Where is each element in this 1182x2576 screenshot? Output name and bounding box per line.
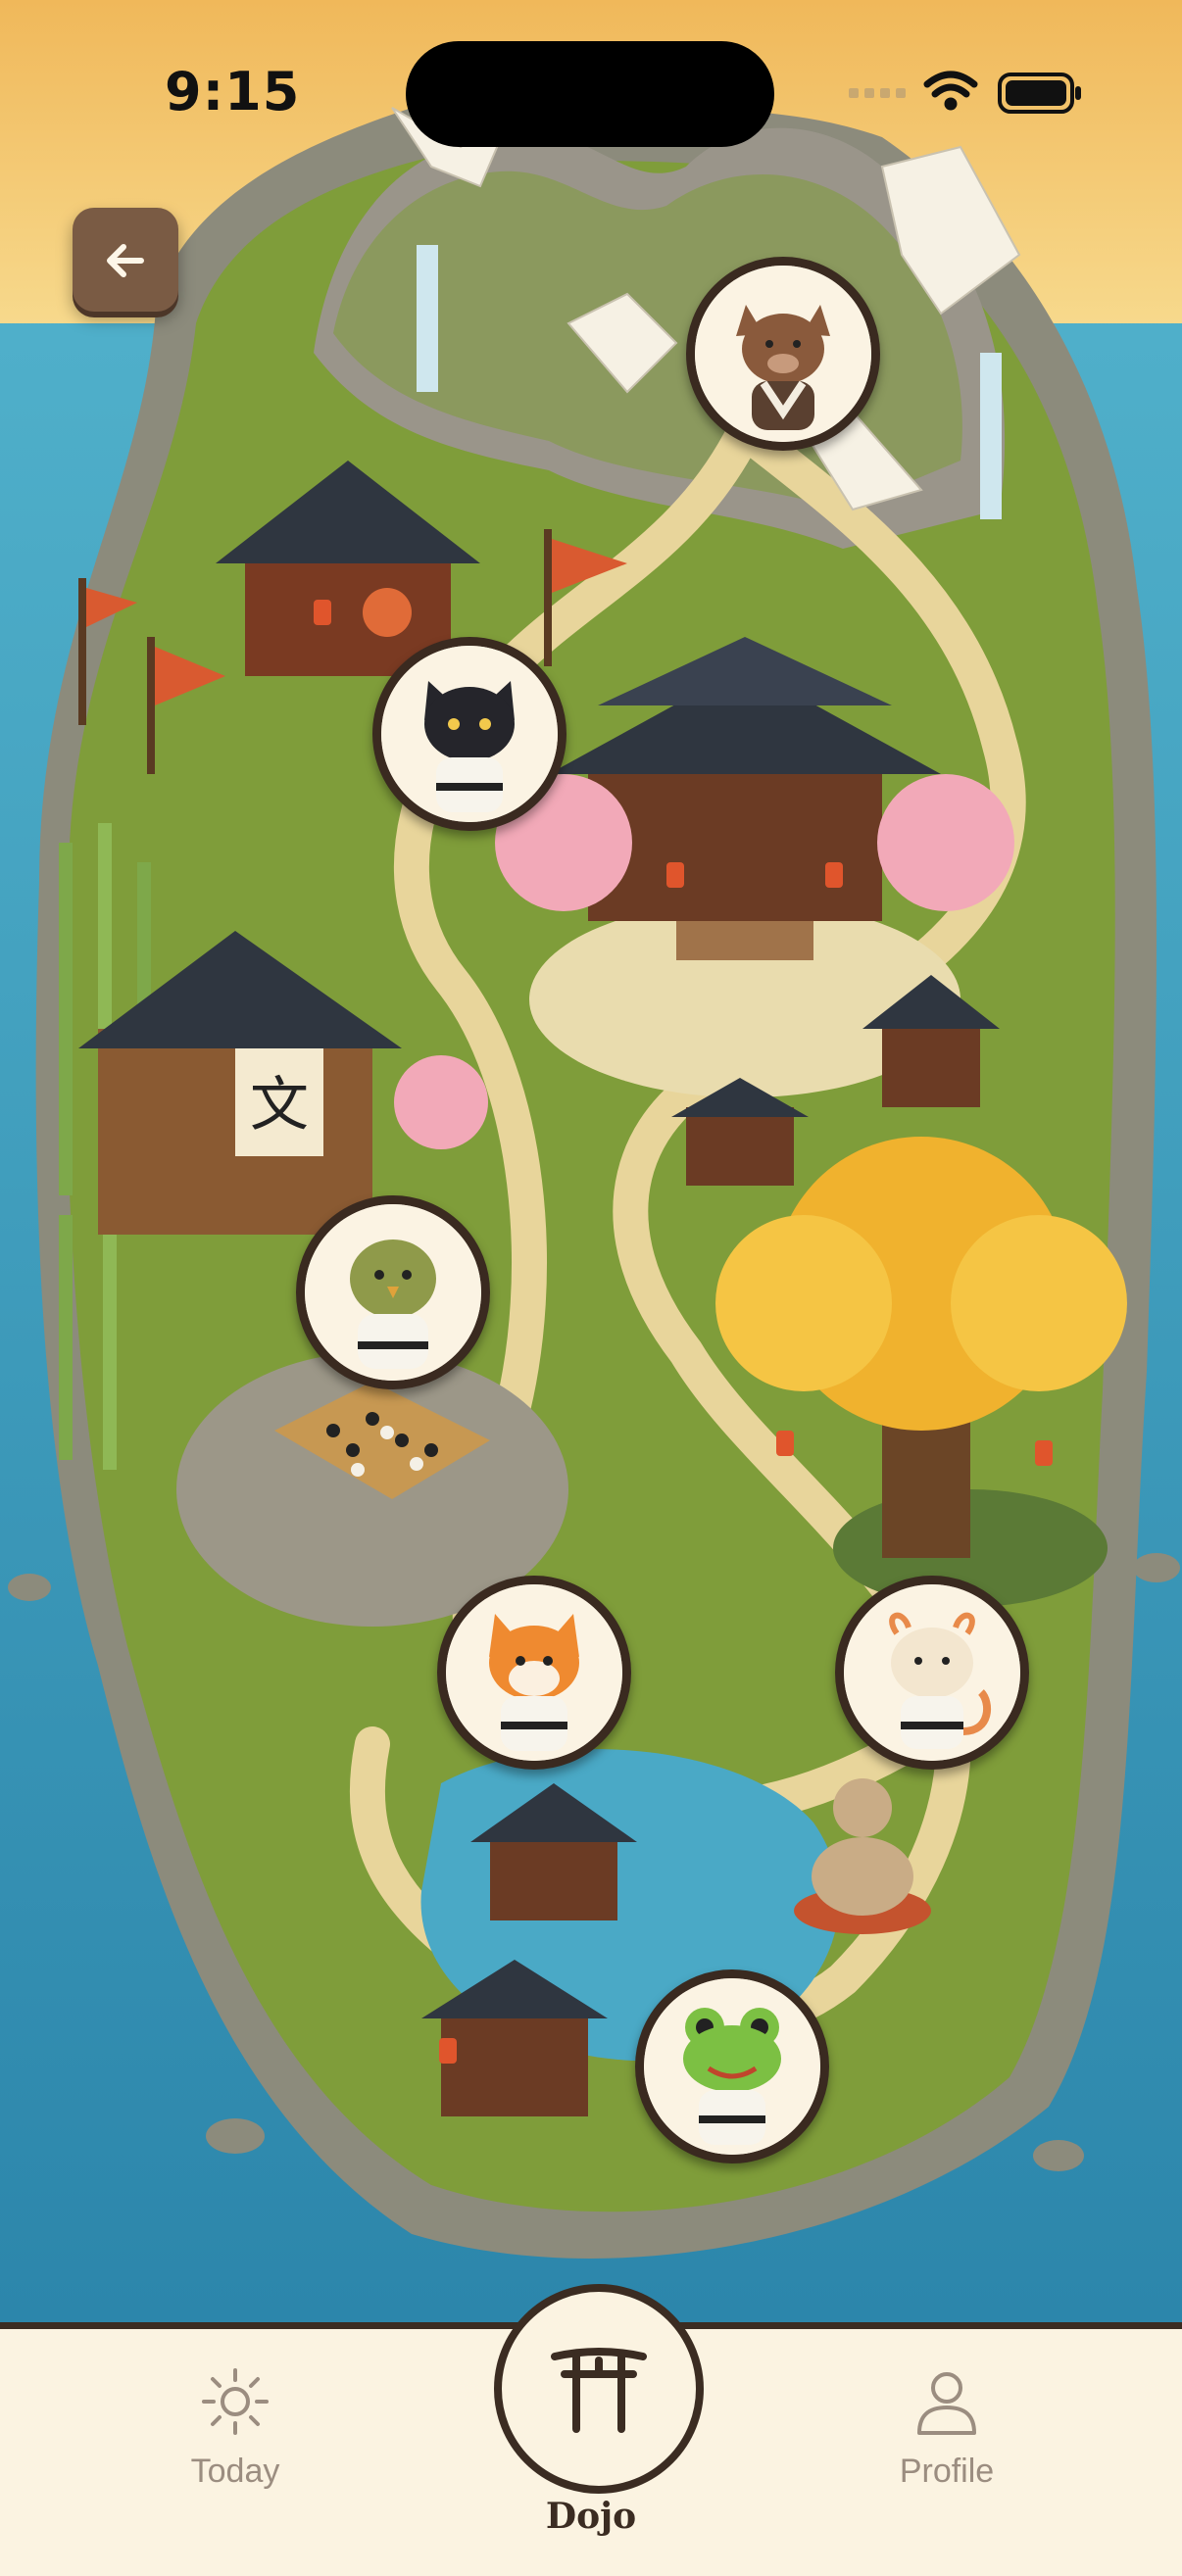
status-time: 9:15 <box>165 61 301 122</box>
fox-character-icon <box>446 1584 622 1761</box>
arrow-left-icon <box>107 244 144 277</box>
battery-icon <box>998 73 1081 114</box>
map-node-cat[interactable] <box>372 637 566 831</box>
map-node-fox[interactable] <box>437 1576 631 1770</box>
map-illustration: 文 <box>0 0 1182 2322</box>
wifi-icon <box>923 71 978 111</box>
map-node-dragon[interactable] <box>835 1576 1029 1770</box>
boar-character-icon <box>695 266 871 442</box>
map-node-frog[interactable] <box>635 1969 829 2163</box>
tab-today-label: Today <box>190 2453 280 2490</box>
black-cat-character-icon <box>381 646 558 822</box>
tab-dojo-label: Dojo <box>545 2496 637 2537</box>
frog-character-icon <box>644 1978 820 2155</box>
tab-dojo[interactable] <box>494 2284 704 2494</box>
tab-today[interactable]: Today <box>137 2362 333 2491</box>
tab-profile[interactable]: Profile <box>849 2362 1045 2491</box>
dynamic-island <box>406 41 774 147</box>
tab-bar: Today Dojo Profile <box>0 2284 1182 2576</box>
torii-gate-icon <box>551 2348 647 2433</box>
status-bar: 9:15 <box>0 0 1182 186</box>
tab-profile-label: Profile <box>899 2453 995 2490</box>
dragon-character-icon <box>844 1584 1020 1761</box>
bird-character-icon <box>305 1204 481 1381</box>
dojo-map: 文 <box>0 0 1182 2322</box>
library-sign: 文 <box>250 1071 309 1140</box>
person-icon <box>917 2372 976 2435</box>
map-node-boar[interactable] <box>686 257 880 451</box>
sun-icon <box>202 2368 269 2435</box>
status-icons <box>843 63 1098 122</box>
map-node-bird[interactable] <box>296 1195 490 1389</box>
back-button[interactable] <box>73 208 178 312</box>
signal-dots-icon <box>849 88 906 98</box>
